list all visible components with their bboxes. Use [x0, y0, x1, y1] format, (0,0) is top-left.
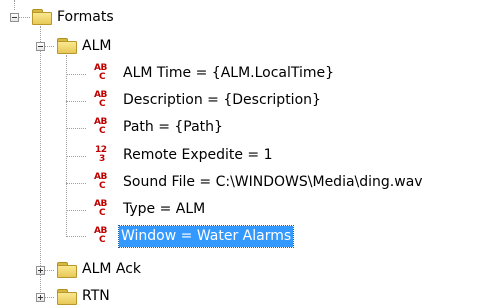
tree-view[interactable]: Formats ALM AB C ALM Time = {ALM.LocalTim…	[0, 0, 486, 308]
expand-toggle[interactable]	[36, 293, 45, 302]
string-type-icon: AB C	[94, 117, 107, 136]
collapse-toggle[interactable]	[10, 13, 19, 22]
tree-property-type[interactable]: Type = ALM	[121, 199, 207, 220]
tree-node-alm[interactable]: ALM	[80, 36, 113, 57]
tree-connector-line	[66, 74, 86, 75]
string-type-icon: AB C	[94, 90, 107, 109]
folder-open-icon	[57, 38, 77, 54]
tree-property-window[interactable]: Window = Water Alarms	[117, 225, 295, 248]
folder-open-icon	[32, 9, 52, 25]
tree-connector-line	[66, 101, 86, 102]
folder-closed-icon	[57, 262, 77, 278]
string-type-icon: AB C	[94, 172, 107, 191]
tree-connector-line	[66, 128, 86, 129]
tree-node-rtn[interactable]: RTN	[80, 286, 112, 307]
tree-property-alm-time[interactable]: ALM Time = {ALM.LocalTime}	[121, 63, 336, 84]
tree-connector-line	[40, 26, 41, 296]
string-type-icon: AB C	[94, 226, 107, 245]
string-type-icon: AB C	[94, 63, 107, 82]
tree-property-remote-expedite[interactable]: Remote Expedite = 1	[121, 145, 275, 166]
number-type-icon: 12 3	[95, 145, 107, 164]
tree-property-description[interactable]: Description = {Description}	[121, 90, 323, 111]
tree-connector-line	[66, 236, 86, 237]
tree-connector-line	[66, 210, 86, 211]
tree-connector-line	[14, 0, 15, 10]
tree-connector-line	[66, 183, 86, 184]
tree-connector-line	[66, 55, 67, 235]
tree-node-formats[interactable]: Formats	[55, 7, 116, 28]
tree-node-alm-ack[interactable]: ALM Ack	[80, 259, 143, 280]
tree-connector-line	[66, 156, 86, 157]
expand-toggle[interactable]	[36, 266, 45, 275]
tree-property-path[interactable]: Path = {Path}	[121, 117, 225, 138]
collapse-toggle[interactable]	[36, 42, 45, 51]
folder-closed-icon	[57, 289, 77, 305]
string-type-icon: AB C	[94, 199, 107, 218]
tree-property-sound-file[interactable]: Sound File = C:\WINDOWS\Media\ding.wav	[121, 172, 425, 193]
